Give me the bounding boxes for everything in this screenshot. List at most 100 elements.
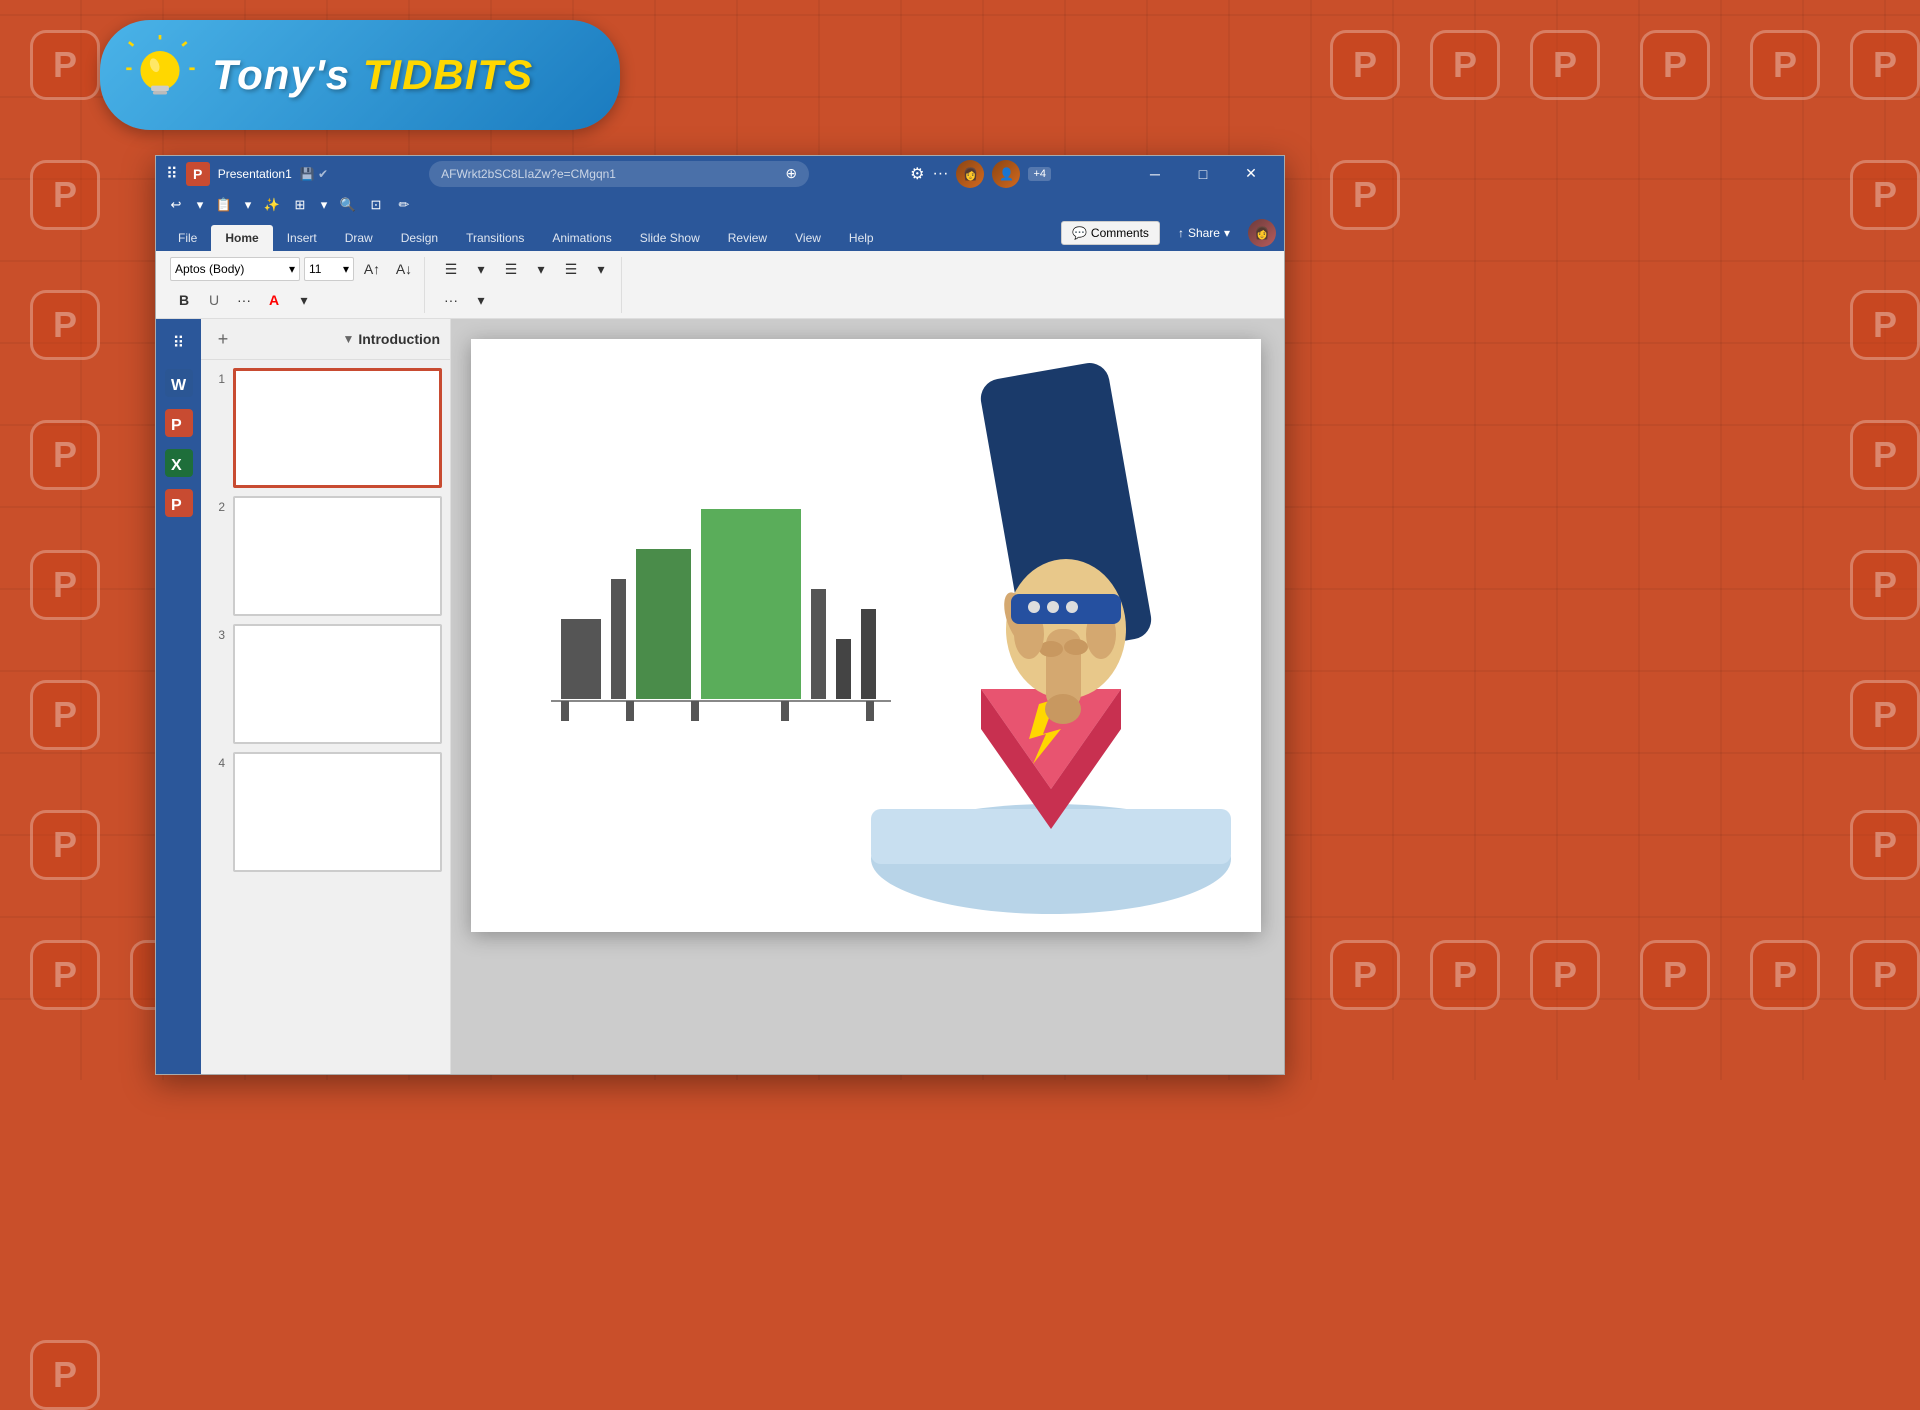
comments-label: Comments: [1091, 226, 1149, 240]
banner-title: Tony's TIDBITS: [212, 51, 533, 99]
main-user-avatar: 👩: [1248, 219, 1276, 247]
slide-thumb-1[interactable]: [233, 368, 442, 488]
slide-item-1: 1: [209, 368, 442, 488]
minimize-button[interactable]: ─: [1132, 156, 1178, 191]
tab-file[interactable]: File: [164, 225, 211, 251]
close-button[interactable]: ✕: [1228, 156, 1274, 191]
tab-slideshow[interactable]: Slide Show: [626, 225, 714, 251]
bullets-button[interactable]: ☰: [437, 255, 465, 283]
slide-number-1: 1: [209, 368, 225, 386]
undo-button[interactable]: ↩: [164, 194, 188, 216]
align-button[interactable]: ☰: [557, 255, 585, 283]
more-font-button[interactable]: ···: [230, 286, 258, 314]
p-logo-r15: P: [1750, 940, 1820, 1010]
bullets-dropdown[interactable]: ▾: [467, 255, 495, 283]
slide-panel: + ▼ Introduction 1: [201, 319, 451, 1074]
powerpoint-icon-2[interactable]: P: [161, 485, 197, 521]
p-logo-r11: P: [1850, 550, 1920, 620]
outline-toggle[interactable]: ▼: [342, 332, 354, 346]
decrease-font-button[interactable]: A↓: [390, 255, 418, 283]
font-size-dropdown-icon: ▾: [343, 262, 349, 276]
window-title: Presentation1: [218, 167, 292, 181]
tab-insert[interactable]: Insert: [273, 225, 331, 251]
underline-button[interactable]: U: [200, 286, 228, 314]
powerpoint-icon[interactable]: P: [161, 405, 197, 441]
quick-access-toolbar: ↩ ▾ 📋 ▾ ✨ ⊞ ▾ 🔍 ⊡ ✏: [156, 191, 1284, 219]
increase-font-button[interactable]: A↑: [358, 255, 386, 283]
undo-dropdown[interactable]: ▾: [192, 194, 208, 216]
numbering-button[interactable]: ☰: [497, 255, 525, 283]
slide-number-3: 3: [209, 624, 225, 642]
tab-review[interactable]: Review: [714, 225, 781, 251]
font-size: 11: [309, 262, 321, 276]
font-color-dropdown[interactable]: ▾: [290, 286, 318, 314]
p-logo-r14: P: [1850, 940, 1920, 1010]
outline-section: ▼ Introduction: [342, 331, 440, 347]
numbering-dropdown[interactable]: ▾: [527, 255, 555, 283]
tab-animations[interactable]: Animations: [538, 225, 625, 251]
more-icon[interactable]: ···: [932, 165, 948, 183]
font-dropdown-icon: ▾: [289, 262, 295, 276]
svg-text:W: W: [171, 377, 187, 394]
clipboard-button[interactable]: 📋: [212, 194, 236, 216]
canvas-area: [451, 319, 1284, 1074]
comment-icon: 💬: [1072, 226, 1087, 240]
share-button[interactable]: ↑ Share ▾: [1166, 222, 1242, 244]
share-label: Share: [1188, 226, 1220, 240]
p-logo-r6: P: [1850, 30, 1920, 100]
p-logo-9: P: [30, 940, 100, 1010]
paragraph-group: ☰ ▾ ☰ ▾ ☰ ▾ ··· ▾: [431, 257, 622, 313]
p-logo-r13: P: [1850, 810, 1920, 880]
slide-layout-dropdown[interactable]: ▾: [316, 194, 332, 216]
tab-help[interactable]: Help: [835, 225, 888, 251]
p-logo-8: P: [30, 810, 100, 880]
tab-transitions[interactable]: Transitions: [452, 225, 538, 251]
word-icon[interactable]: W: [161, 365, 197, 401]
tab-design[interactable]: Design: [387, 225, 452, 251]
crop-button[interactable]: ⊡: [364, 194, 388, 216]
more-para-dropdown[interactable]: ▾: [467, 286, 495, 314]
powerpoint-window: ⠿ P Presentation1 💾 ✔ AFWrkt2bSC8LIaZw?e…: [155, 155, 1285, 1075]
slide-illustration: [471, 339, 1261, 932]
url-bar: AFWrkt2bSC8LIaZw?e=CMgqn1 ⊕: [429, 161, 809, 187]
slide-layout-button[interactable]: ⊞: [288, 194, 312, 216]
app-sidebar: ⠿ W P X: [156, 319, 201, 1074]
ribbon-content: Aptos (Body) ▾ 11 ▾ A↑ A↓ B U ···: [156, 251, 1284, 319]
slide-thumb-2[interactable]: [233, 496, 442, 616]
maximize-button[interactable]: □: [1180, 156, 1226, 191]
magic-button[interactable]: ✨: [260, 194, 284, 216]
align-dropdown[interactable]: ▾: [587, 255, 615, 283]
tidbits-banner: Tony's TIDBITS: [100, 20, 620, 130]
tab-draw[interactable]: Draw: [331, 225, 387, 251]
font-color-button[interactable]: A: [260, 286, 288, 314]
p-logo-r18: P: [1430, 940, 1500, 1010]
slide-thumb-3[interactable]: [233, 624, 442, 744]
clipboard-dropdown[interactable]: ▾: [240, 194, 256, 216]
p-logo-r3: P: [1530, 30, 1600, 100]
font-selector[interactable]: Aptos (Body) ▾: [170, 257, 300, 281]
user-avatar-2: 👤: [992, 160, 1020, 188]
settings-icon[interactable]: ⚙: [910, 164, 924, 184]
p-logo-right-1: P: [30, 1340, 100, 1410]
collaborator-count: +4: [1028, 167, 1051, 181]
bold-button[interactable]: B: [170, 286, 198, 314]
zoom-button[interactable]: 🔍: [336, 194, 360, 216]
title-bar-left: ⠿ P Presentation1 💾 ✔: [166, 162, 328, 186]
title-bar-controls: ─ □ ✕: [1132, 156, 1274, 191]
excel-icon[interactable]: X: [161, 445, 197, 481]
p-logo-r12: P: [1850, 680, 1920, 750]
add-slide-area: +: [211, 327, 338, 351]
more-para-button[interactable]: ···: [437, 286, 465, 314]
apps-icon[interactable]: ⠿: [161, 325, 197, 361]
share-dropdown-icon: ▾: [1224, 226, 1230, 240]
slide-thumb-4[interactable]: [233, 752, 442, 872]
font-size-selector[interactable]: 11 ▾: [304, 257, 354, 281]
add-slide-button[interactable]: +: [211, 327, 235, 351]
tab-home[interactable]: Home: [211, 225, 272, 251]
draw-button[interactable]: ✏: [392, 194, 416, 216]
p-logo-r17: P: [1530, 940, 1600, 1010]
comments-button[interactable]: 💬 Comments: [1061, 221, 1160, 245]
title-search-area: AFWrkt2bSC8LIaZw?e=CMgqn1 ⊕: [429, 161, 809, 187]
title-bar: ⠿ P Presentation1 💾 ✔ AFWrkt2bSC8LIaZw?e…: [156, 156, 1284, 191]
tab-view[interactable]: View: [781, 225, 835, 251]
